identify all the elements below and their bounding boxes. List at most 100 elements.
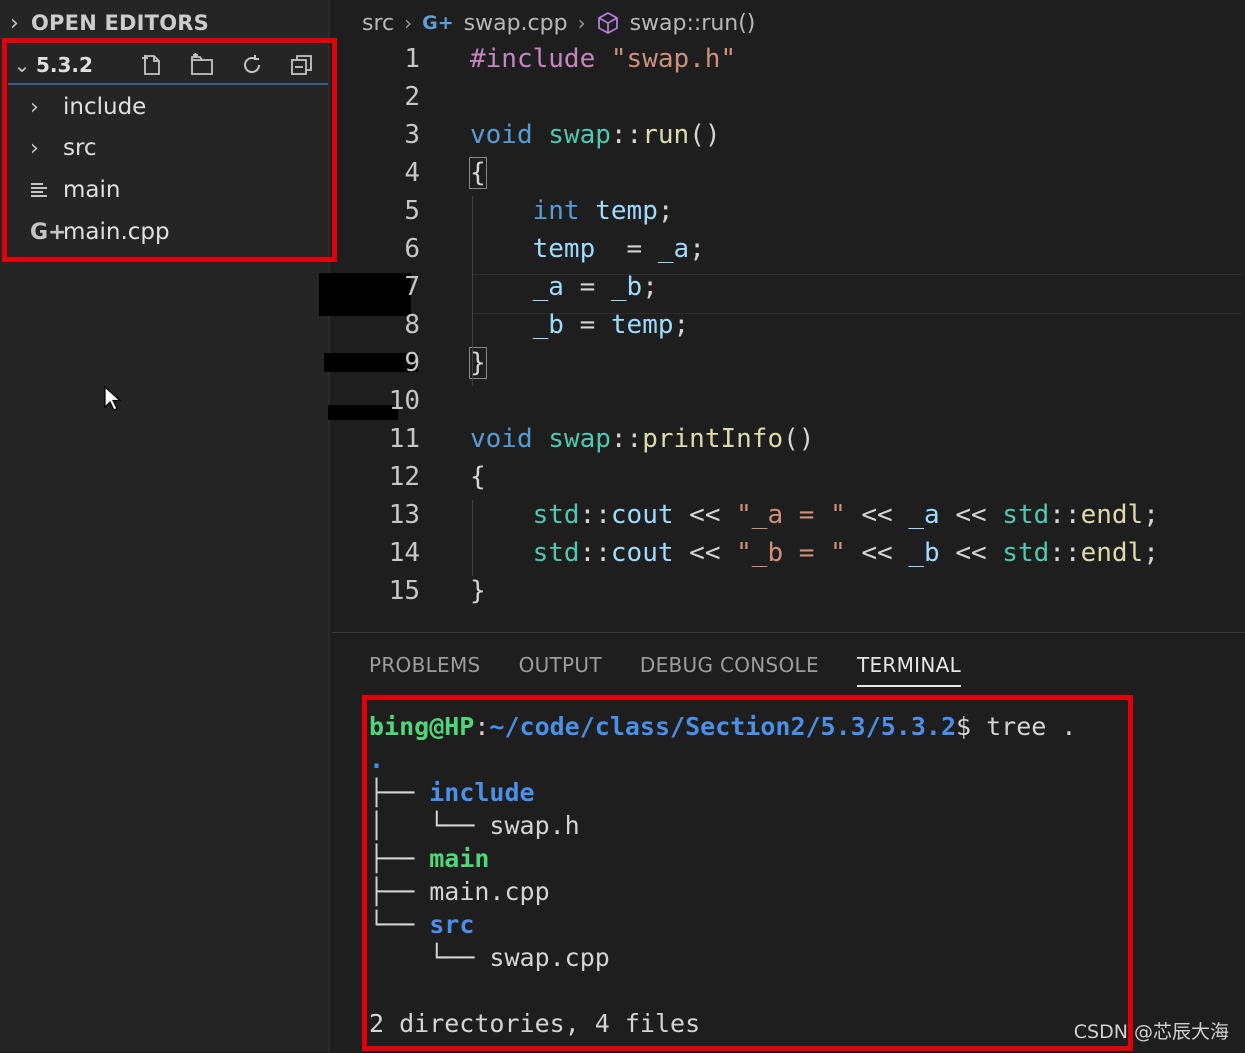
code-token: _b	[908, 538, 940, 568]
code-token: std	[1002, 538, 1050, 568]
code-token: ::	[579, 500, 611, 530]
chevron-down-icon: ⌄	[13, 53, 31, 77]
tab-output[interactable]: OUTPUT	[519, 653, 602, 687]
code-token: ()	[689, 120, 721, 150]
line-number: 3	[404, 120, 420, 150]
line-number: 11	[388, 424, 420, 454]
indent-guide	[472, 196, 473, 386]
code-token: swap	[548, 424, 611, 454]
breadcrumb-file[interactable]: swap.cpp	[464, 11, 568, 36]
tree-entry: ├── main	[369, 844, 489, 877]
text-file-icon	[30, 182, 63, 198]
chevron-right-icon: ›	[10, 10, 19, 36]
code-line: 2	[332, 82, 1245, 120]
line-number: 9	[404, 348, 420, 378]
mouse-pointer-icon	[104, 386, 122, 411]
tree-entry-name: swap.cpp	[489, 943, 610, 972]
line-text: _b = temp;	[470, 310, 690, 340]
line-number: 6	[404, 234, 420, 264]
code-token: void	[470, 120, 549, 150]
folder-header[interactable]: ⌄ 5.3.2	[8, 47, 328, 85]
code-token: ::	[1049, 500, 1081, 530]
chevron-right-icon: ›	[30, 94, 39, 120]
code-line: 5 int temp;	[332, 196, 1245, 234]
tree-entry: └── src	[369, 910, 474, 943]
prompt-colon: :	[474, 712, 490, 741]
refresh-icon	[244, 55, 261, 74]
line-text: }	[470, 576, 486, 606]
line-text: {	[470, 462, 486, 492]
line-number: 13	[388, 500, 420, 530]
code-line: 10	[332, 386, 1245, 424]
code-line: 13 std::cout << "_a = " << _a << std::en…	[332, 500, 1245, 538]
code-token: <<	[845, 500, 909, 530]
terminal-output[interactable]: bing@HP:~/code/class/Section2/5.3/5.3.2$…	[369, 700, 1129, 1045]
explorer-sidebar: › OPEN EDITORS ⌄ 5.3.2 › include › src m…	[0, 0, 330, 1052]
code-token: =	[563, 310, 611, 340]
code-token: ::	[610, 120, 643, 150]
code-line: 7 _a = _b;	[332, 272, 1245, 310]
tree-branch: ├──	[369, 844, 430, 873]
sidebar-item-include[interactable]: › include	[30, 89, 146, 125]
code-line: 14 std::cout << "_b = " << _b << std::en…	[332, 538, 1245, 576]
tab-problems[interactable]: PROBLEMS	[369, 653, 481, 687]
tree-branch: ├──	[369, 778, 430, 807]
code-token: ()	[783, 424, 815, 454]
code-token: {	[469, 157, 487, 189]
tree-branch: │ └──	[369, 811, 490, 840]
code-token: ;	[673, 310, 690, 340]
tab-terminal[interactable]: TERMINAL	[856, 653, 962, 687]
new-file-icon	[142, 55, 160, 75]
line-number: 7	[404, 272, 420, 302]
breadcrumb-symbol[interactable]: swap::run()	[630, 11, 756, 36]
new-folder-button[interactable]	[188, 51, 216, 79]
new-file-button[interactable]	[138, 51, 166, 79]
collapse-all-button[interactable]	[288, 51, 316, 79]
sidebar-item-main-cpp[interactable]: G+ main.cpp	[30, 214, 170, 250]
code-token: ;	[642, 272, 658, 302]
sidebar-item-main[interactable]: main	[30, 172, 120, 208]
line-text: temp = _a;	[470, 234, 705, 264]
code-token: int	[532, 196, 596, 226]
sidebar-item-label: src	[63, 135, 97, 161]
prompt-path: ~/code/class/Section2/5.3/5.3.2	[489, 712, 957, 741]
tree-summary: 2 directories, 4 files	[369, 1009, 701, 1038]
sidebar-item-src[interactable]: › src	[30, 130, 97, 166]
tab-debug-console[interactable]: DEBUG CONSOLE	[640, 653, 819, 687]
code-token: _a	[532, 272, 564, 302]
code-token: ;	[657, 196, 674, 226]
sidebar-item-label: main.cpp	[63, 219, 170, 245]
breadcrumb: src › G+ swap.cpp › swap::run()	[362, 6, 755, 40]
tree-entry: │ └── swap.h	[369, 811, 580, 844]
code-token: _a	[657, 234, 690, 264]
folder-actions	[138, 51, 316, 79]
code-token: ::	[610, 424, 643, 454]
code-token: std	[1002, 500, 1050, 530]
code-editor[interactable]: 1 #include "swap.h" 2 3 void swap::run() 4{5 …	[332, 44, 1245, 624]
code-token: cout	[610, 538, 674, 568]
code-token: <<	[673, 538, 737, 568]
code-token: run	[642, 120, 690, 150]
new-folder-icon	[191, 53, 213, 75]
code-line: 11 void swap::printInfo()	[332, 424, 1245, 462]
breadcrumb-folder[interactable]: src	[362, 11, 394, 36]
refresh-button[interactable]	[238, 51, 266, 79]
code-line: 8 _b = temp;	[332, 310, 1245, 348]
code-token: ::	[579, 538, 611, 568]
tree-branch: └──	[369, 910, 430, 939]
sidebar-item-label: main	[63, 177, 121, 203]
code-token: ;	[689, 234, 705, 264]
code-token: temp	[595, 196, 658, 226]
code-token: _b	[532, 310, 564, 340]
code-token: endl	[1080, 538, 1144, 568]
folder-name: 5.3.2	[36, 53, 93, 77]
tree-entry-name: include	[429, 778, 535, 807]
tree-branch: ├──	[369, 877, 430, 906]
line-text: std::cout << "_a = " << _a << std::endl;	[470, 500, 1159, 530]
code-token: "_a = "	[736, 500, 846, 530]
code-token: ;	[1143, 500, 1159, 530]
chevron-right-icon: ›	[577, 11, 586, 35]
open-editors-header[interactable]: › OPEN EDITORS	[10, 8, 209, 38]
